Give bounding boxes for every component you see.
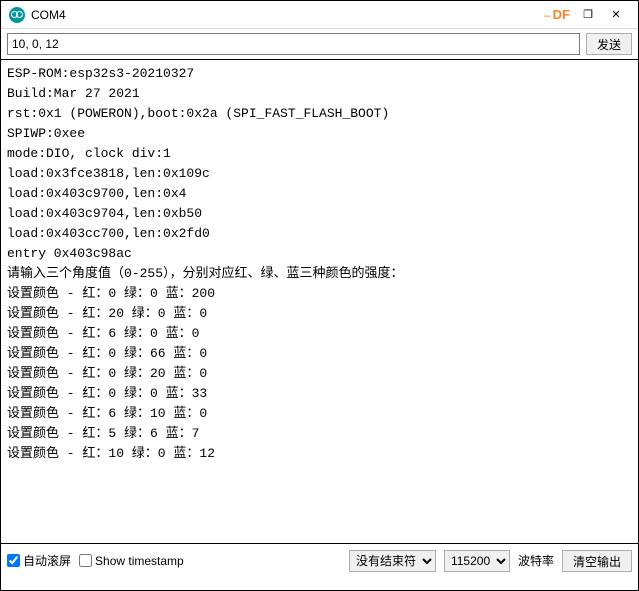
serial-input[interactable]: [7, 33, 580, 55]
send-button[interactable]: 发送: [586, 33, 632, 55]
window-title: COM4: [31, 8, 66, 22]
restore-button[interactable]: ❐: [574, 5, 602, 25]
line-ending-select[interactable]: 没有结束符: [349, 550, 436, 572]
autoscroll-text: 自动滚屏: [23, 552, 71, 569]
arduino-icon: [9, 7, 25, 23]
show-timestamp-label[interactable]: Show timestamp: [79, 554, 184, 568]
close-button[interactable]: ✕: [602, 5, 630, 25]
clear-output-button[interactable]: 清空输出: [562, 550, 632, 572]
dash-text: –: [544, 8, 551, 22]
autoscroll-label[interactable]: 自动滚屏: [7, 552, 71, 569]
input-row: 发送: [1, 29, 638, 59]
show-timestamp-text: Show timestamp: [95, 554, 184, 568]
title-bar: COM4 – DF ❐ ✕: [1, 1, 638, 29]
bottom-bar: 自动滚屏 Show timestamp 没有结束符 115200 波特率 清空输…: [1, 543, 638, 577]
console-output: ESP-ROM:esp32s3-20210327 Build:Mar 27 20…: [1, 59, 638, 543]
df-label: DF: [553, 7, 570, 22]
baud-label: 波特率: [518, 552, 554, 569]
baud-select[interactable]: 115200: [444, 550, 510, 572]
show-timestamp-checkbox[interactable]: [79, 554, 92, 567]
autoscroll-checkbox[interactable]: [7, 554, 20, 567]
